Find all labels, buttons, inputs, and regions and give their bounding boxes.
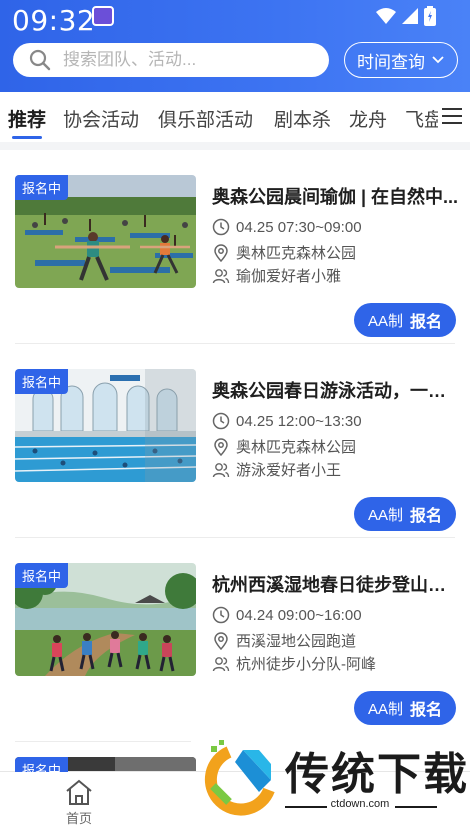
activity-organizer: 杭州徒步小分队-阿峰 — [212, 653, 376, 674]
activity-organizer: 游泳爱好者小王 — [212, 459, 341, 480]
signup-button[interactable]: AA制 报名 — [354, 497, 456, 531]
wifi-icon — [376, 8, 396, 24]
activity-location-text: 奥林匹克森林公园 — [236, 439, 357, 456]
time-query-label: 时间查询 — [357, 52, 425, 72]
watermark-logo — [204, 740, 275, 816]
nav-home-label: 首页 — [65, 811, 92, 826]
activity-location: 奥林匹克森林公园 — [212, 242, 356, 263]
status-icons — [376, 6, 436, 26]
battery-icon — [424, 6, 436, 26]
watermark-line-right — [395, 806, 437, 808]
signal-icon — [402, 8, 418, 24]
clock-icon — [212, 606, 230, 624]
users-icon — [212, 268, 230, 283]
activity-title: 奥森公园春日游泳活动，一起... — [212, 381, 460, 401]
activity-location-text: 奥林匹克森林公园 — [236, 245, 357, 262]
status-badge: 报名中 — [15, 175, 69, 200]
activity-image: 报名中 — [15, 369, 196, 482]
category-tabs: 推荐 协会活动 俱乐部活动 剧本杀 龙舟 飞盘 — [0, 92, 470, 142]
search-bar[interactable] — [13, 43, 329, 77]
activity-location: 西溪湿地公园跑道 — [212, 630, 356, 651]
nav-home[interactable]: 首页 — [56, 778, 102, 834]
users-icon — [212, 462, 230, 477]
location-pin-icon — [214, 243, 228, 262]
watermark-url: ctdown.com — [330, 798, 390, 810]
activity-organizer-text: 游泳爱好者小王 — [236, 462, 342, 479]
tab-script-murder[interactable]: 剧本杀 — [274, 105, 331, 132]
signup-button[interactable]: AA制 报名 — [354, 691, 456, 725]
watermark-title: 传统下载 — [285, 749, 469, 800]
card-divider — [15, 741, 191, 742]
clock-icon — [212, 412, 230, 430]
activity-time-text: 04.25 07:30~09:00 — [236, 218, 362, 236]
activity-time: 04.24 09:00~16:00 — [212, 606, 362, 624]
tab-dragon-boat[interactable]: 龙舟 — [349, 105, 387, 132]
activity-location: 奥林匹克森林公园 — [212, 436, 356, 457]
search-icon — [29, 49, 51, 71]
activity-title: 奥森公园晨间瑜伽 | 在自然中... — [212, 187, 459, 207]
location-pin-icon — [214, 437, 228, 456]
menu-icon[interactable] — [442, 107, 462, 125]
activity-organizer-text: 瑜伽爱好者小雅 — [236, 268, 342, 285]
status-badge: 报名中 — [15, 563, 69, 588]
signup-label: 报名 — [410, 702, 443, 719]
tab-recommend[interactable]: 推荐 — [8, 105, 46, 132]
activity-image: 报名中 — [15, 563, 196, 676]
location-pin-icon — [214, 631, 228, 650]
search-input[interactable] — [63, 50, 313, 70]
tab-frisbee[interactable]: 飞盘 — [405, 105, 438, 132]
signup-button[interactable]: AA制 报名 — [354, 303, 456, 337]
activity-title: 杭州西溪湿地春日徒步登山活... — [212, 575, 460, 595]
activity-card[interactable]: 报名中 奥森公园晨间瑜伽 | 在自然中... 04.25 07:30~09:00… — [0, 150, 470, 344]
section-gap — [0, 142, 470, 150]
activity-image: 报名中 — [15, 757, 196, 772]
app-header: 09:32 时间查询 — [0, 0, 470, 92]
activity-location-text: 西溪湿地公园跑道 — [236, 633, 357, 650]
status-badge: 报名中 — [15, 369, 69, 394]
activity-organizer: 瑜伽爱好者小雅 — [212, 265, 341, 286]
signup-label: 报名 — [410, 508, 443, 525]
fee-type-label: AA制 — [367, 506, 403, 524]
activity-card[interactable]: 报名中 杭州西溪湿地春日徒步登山活... 04.24 09:00~16:00 西… — [0, 538, 470, 732]
chevron-down-icon — [432, 56, 444, 64]
status-time: 09:32 — [12, 4, 96, 37]
notification-app-icon — [92, 6, 114, 26]
users-icon — [212, 656, 230, 671]
fee-type-label: AA制 — [367, 312, 403, 330]
clock-icon — [212, 218, 230, 236]
activity-image: 报名中 — [15, 175, 196, 288]
active-tab-indicator — [12, 136, 42, 139]
fee-type-label: AA制 — [367, 700, 403, 718]
activity-organizer-text: 杭州徒步小分队-阿峰 — [236, 656, 376, 673]
tab-association[interactable]: 协会活动 — [63, 105, 139, 132]
status-badge: 报名中 — [15, 757, 69, 772]
status-bar: 09:32 — [0, 0, 470, 37]
watermark: 传统下载 ctdown.com — [195, 736, 470, 836]
activity-time-text: 04.24 09:00~16:00 — [236, 606, 362, 624]
activity-time: 04.25 07:30~09:00 — [212, 218, 362, 236]
activity-time-text: 04.25 12:00~13:30 — [236, 412, 362, 430]
tab-club[interactable]: 俱乐部活动 — [158, 105, 253, 132]
home-icon — [66, 779, 92, 805]
time-query-button[interactable]: 时间查询 — [344, 42, 458, 78]
signup-label: 报名 — [410, 314, 443, 331]
activity-time: 04.25 12:00~13:30 — [212, 412, 362, 430]
activity-card[interactable]: 报名中 奥森公园春日游泳活动，一起... 04.25 12:00~13:30 奥… — [0, 344, 470, 538]
